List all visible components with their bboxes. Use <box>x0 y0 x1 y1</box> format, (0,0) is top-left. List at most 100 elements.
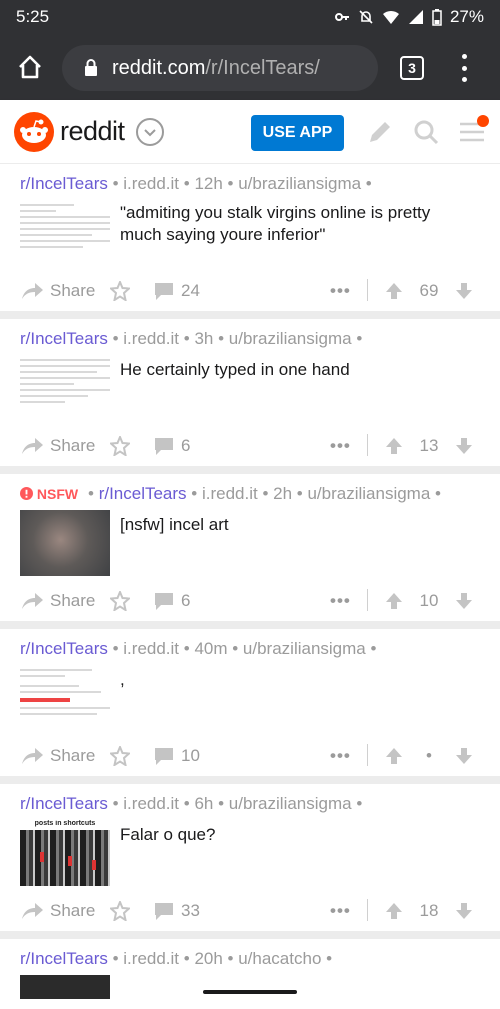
post-thumbnail-blurred[interactable] <box>20 510 110 576</box>
award-button[interactable] <box>110 894 130 928</box>
comments-button[interactable]: 10 <box>153 739 200 773</box>
downvote-button[interactable] <box>454 274 474 308</box>
upvote-arrow-icon <box>386 283 402 299</box>
downvote-button[interactable] <box>454 739 474 773</box>
search-icon[interactable] <box>412 118 440 146</box>
share-button[interactable]: Share <box>20 894 95 928</box>
comments-button[interactable]: 6 <box>153 429 190 463</box>
home-button[interactable] <box>0 34 60 100</box>
post-author[interactable]: u/braziliansigma <box>307 484 430 503</box>
pencil-icon[interactable] <box>366 118 394 146</box>
post-author[interactable]: u/braziliansigma <box>243 639 366 658</box>
wifi-icon <box>382 10 399 24</box>
post-domain[interactable]: i.redd.it <box>123 794 179 813</box>
post-title[interactable]: "admiting you stalk virgins online is pr… <box>120 202 475 246</box>
post-card[interactable]: r/IncelTears • i.redd.it • 40m • u/brazi… <box>0 629 500 784</box>
share-button[interactable]: Share <box>20 429 95 463</box>
post-domain[interactable]: i.redd.it <box>123 949 179 968</box>
home-icon <box>19 55 41 79</box>
post-meta: r/IncelTears • i.redd.it • 12h • u/brazi… <box>20 174 372 193</box>
post-card[interactable]: r/IncelTears • i.redd.it • 6h • u/brazil… <box>0 784 500 939</box>
post-title[interactable]: [nsfw] incel art <box>120 514 475 536</box>
share-button[interactable]: Share <box>20 739 95 773</box>
comment-count: 10 <box>181 746 200 765</box>
downvote-arrow-icon <box>456 438 472 454</box>
use-app-button[interactable]: USE APP <box>251 115 344 151</box>
upvote-arrow-icon <box>386 748 402 764</box>
post-thumbnail[interactable] <box>20 665 110 731</box>
post-title[interactable]: He certainly typed in one hand <box>120 359 475 381</box>
post-age: 20h <box>194 949 223 968</box>
tab-switcher-button[interactable]: 3 <box>400 56 424 80</box>
upvote-button[interactable] <box>384 584 404 618</box>
subreddit-link[interactable]: r/IncelTears <box>20 639 108 658</box>
post-age: 12h <box>194 174 223 193</box>
post-thumbnail[interactable] <box>20 200 110 266</box>
subreddit-link[interactable]: r/IncelTears <box>99 484 187 503</box>
upvote-button[interactable] <box>384 274 404 308</box>
browser-menu-button[interactable] <box>452 54 476 82</box>
post-actions: Share 33 ••• 18 <box>0 894 500 928</box>
post-domain[interactable]: i.redd.it <box>123 639 179 658</box>
award-icon <box>110 901 130 921</box>
subreddit-link[interactable]: r/IncelTears <box>20 949 108 968</box>
post-domain[interactable]: i.redd.it <box>202 484 258 503</box>
post-author[interactable]: u/braziliansigma <box>238 174 361 193</box>
url-path: /r/IncelTears/ <box>205 56 320 79</box>
post-thumbnail[interactable] <box>20 975 110 999</box>
comments-button[interactable]: 33 <box>153 894 200 928</box>
award-button[interactable] <box>110 584 130 618</box>
subreddit-link[interactable]: r/IncelTears <box>20 329 108 348</box>
post-author[interactable]: u/hacatcho <box>238 949 321 968</box>
post-author[interactable]: u/braziliansigma <box>229 329 352 348</box>
downvote-arrow-icon <box>456 283 472 299</box>
more-options-icon[interactable]: ••• <box>330 894 351 928</box>
share-button[interactable]: Share <box>20 584 95 618</box>
more-options-icon[interactable]: ••• <box>330 429 351 463</box>
share-icon <box>22 593 43 609</box>
address-bar[interactable]: reddit.com/r/IncelTears/ <box>62 45 378 91</box>
share-button[interactable]: Share <box>20 274 95 308</box>
reddit-logo-icon[interactable] <box>14 112 54 152</box>
share-label: Share <box>50 901 96 920</box>
chevron-down-icon[interactable] <box>136 118 164 146</box>
award-button[interactable] <box>110 429 130 463</box>
reddit-wordmark[interactable]: reddit <box>60 116 125 147</box>
comments-button[interactable]: 24 <box>153 274 200 308</box>
more-options-icon[interactable]: ••• <box>330 274 351 308</box>
post-domain[interactable]: i.redd.it <box>123 174 179 193</box>
award-button[interactable] <box>110 274 130 308</box>
downvote-button[interactable] <box>454 894 474 928</box>
gesture-home-bar[interactable] <box>203 990 297 994</box>
subreddit-link[interactable]: r/IncelTears <box>20 794 108 813</box>
comments-button[interactable]: 6 <box>153 584 190 618</box>
vote-score: • <box>426 746 432 765</box>
post-card[interactable]: r/IncelTears • i.redd.it • 3h • u/brazil… <box>0 319 500 474</box>
divider <box>367 899 368 921</box>
post-age: 40m <box>194 639 228 658</box>
post-domain[interactable]: i.redd.it <box>123 329 179 348</box>
post-title[interactable]: , <box>120 669 475 691</box>
comment-icon <box>155 593 173 610</box>
award-icon <box>110 436 130 456</box>
post-card[interactable]: r/IncelTears • i.redd.it • 12h • u/brazi… <box>0 164 500 319</box>
post-card[interactable]: NSFW • r/IncelTears • i.redd.it • 2h • u… <box>0 474 500 629</box>
more-options-icon[interactable]: ••• <box>330 584 351 618</box>
post-author[interactable]: u/braziliansigma <box>229 794 352 813</box>
share-label: Share <box>50 436 96 455</box>
downvote-button[interactable] <box>454 429 474 463</box>
more-options-icon[interactable]: ••• <box>330 739 351 773</box>
upvote-button[interactable] <box>384 894 404 928</box>
divider <box>367 434 368 456</box>
post-title[interactable]: Falar o que? <box>120 824 475 846</box>
upvote-button[interactable] <box>384 739 404 773</box>
downvote-button[interactable] <box>454 584 474 618</box>
post-thumbnail[interactable]: posts in shortcuts <box>20 820 110 886</box>
upvote-button[interactable] <box>384 429 404 463</box>
award-button[interactable] <box>110 739 130 773</box>
subreddit-link[interactable]: r/IncelTears <box>20 174 108 193</box>
downvote-arrow-icon <box>456 748 472 764</box>
comment-icon <box>155 903 173 920</box>
post-thumbnail[interactable] <box>20 355 110 421</box>
post-card[interactable]: r/IncelTears • i.redd.it • 20h • u/hacat… <box>0 939 500 1009</box>
